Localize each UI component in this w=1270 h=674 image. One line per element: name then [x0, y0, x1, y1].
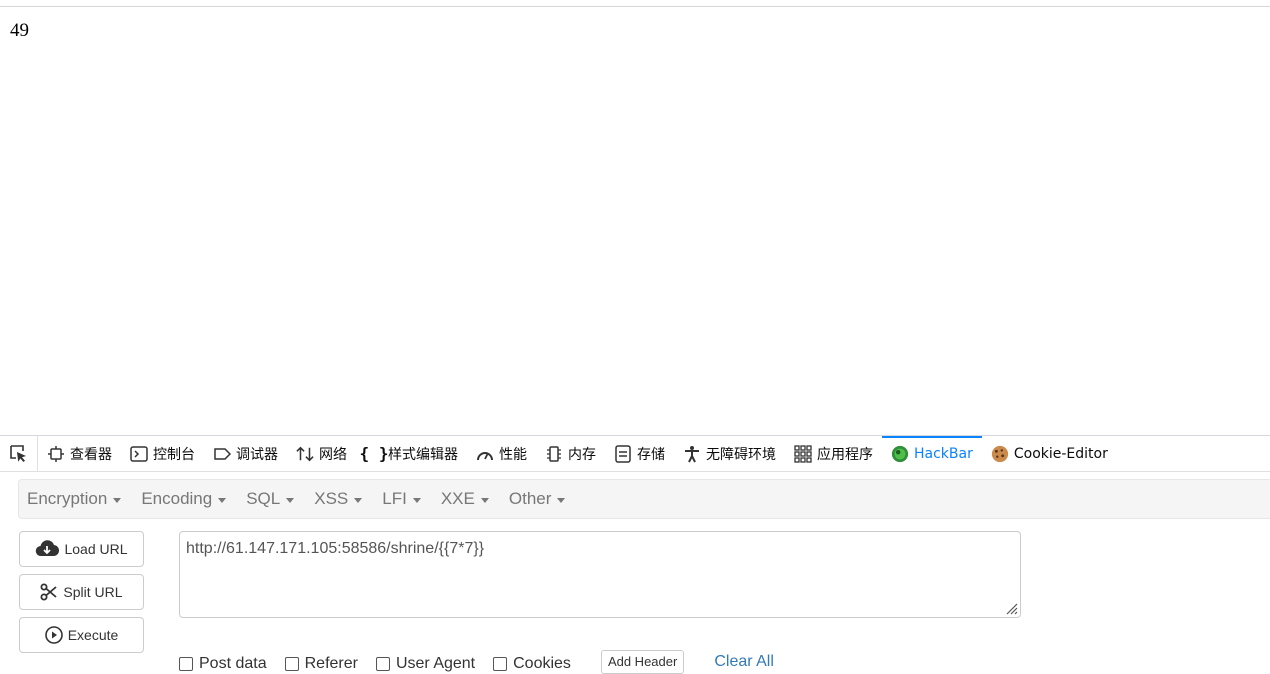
- scissors-icon: [40, 583, 58, 601]
- memory-icon: [545, 445, 563, 463]
- page-content: 49: [0, 0, 1270, 435]
- tab-console[interactable]: 控制台: [121, 436, 204, 471]
- page-top-border: [0, 6, 1270, 7]
- user-agent-label: User Agent: [395, 655, 476, 672]
- network-icon: [296, 445, 314, 463]
- menu-other[interactable]: Other: [501, 489, 574, 509]
- user-agent-checkbox[interactable]: [375, 657, 390, 671]
- style-editor-icon: { }: [359, 444, 389, 463]
- execute-button[interactable]: Execute: [19, 617, 144, 653]
- performance-icon: [476, 445, 494, 463]
- tab-label: 存储: [637, 446, 665, 463]
- storage-icon: [614, 444, 632, 463]
- url-textarea[interactable]: http://61.147.171.105:58586/shrine/{{7*7…: [179, 531, 1021, 618]
- menu-label: Other: [508, 489, 552, 508]
- tab-memory[interactable]: 内存: [536, 436, 605, 471]
- clear-all-link[interactable]: Clear All: [714, 650, 774, 671]
- menu-sql[interactable]: SQL: [238, 489, 302, 509]
- tab-label: 内存: [568, 446, 596, 463]
- caret-down-icon: [286, 497, 295, 503]
- caret-down-icon: [218, 497, 227, 503]
- cookies-checkbox[interactable]: [493, 657, 508, 671]
- menu-lfi[interactable]: LFI: [374, 489, 429, 509]
- referer-checkbox[interactable]: [284, 657, 299, 671]
- tab-accessibility[interactable]: 无障碍环境: [674, 436, 785, 471]
- tab-label: Cookie-Editor: [1013, 445, 1108, 462]
- accessibility-icon: [683, 445, 701, 463]
- hackbar-menu-bar: Encryption Encoding SQL XSS LFI XXE Othe…: [18, 479, 1270, 519]
- menu-label: XXE: [440, 489, 475, 508]
- element-picker-button[interactable]: [0, 436, 38, 471]
- menu-label: Encoding: [141, 489, 213, 508]
- play-circle-icon: [44, 626, 63, 644]
- tab-label: 控制台: [153, 446, 195, 463]
- tab-label: 网络: [319, 446, 347, 463]
- caret-down-icon: [354, 497, 363, 503]
- hackbar-icon: [891, 445, 909, 463]
- cookies-label: Cookies: [513, 655, 571, 672]
- menu-label: LFI: [382, 489, 407, 508]
- tab-style-editor[interactable]: { } 样式编辑器: [356, 436, 467, 471]
- post-data-checkbox[interactable]: [179, 657, 193, 671]
- split-url-button[interactable]: Split URL: [19, 574, 144, 610]
- element-picker-icon: [9, 444, 26, 462]
- tab-label: 性能: [499, 446, 527, 463]
- menu-label: XSS: [314, 489, 349, 508]
- tab-label: 样式编辑器: [388, 446, 458, 463]
- tab-cookie-editor[interactable]: Cookie-Editor: [982, 436, 1117, 471]
- caret-down-icon: [412, 497, 421, 503]
- tab-storage[interactable]: 存储: [605, 436, 674, 471]
- menu-xss[interactable]: XSS: [306, 489, 370, 509]
- tab-label: 调试器: [236, 446, 278, 463]
- tab-label: 应用程序: [817, 446, 873, 463]
- tab-network[interactable]: 网络: [287, 436, 356, 471]
- add-header-button[interactable]: Add Header: [600, 650, 685, 674]
- caret-down-icon: [113, 497, 122, 503]
- inspector-icon: [47, 445, 65, 463]
- tab-label: 无障碍环境: [706, 446, 776, 463]
- caret-down-icon: [480, 497, 489, 503]
- page-result-text: 49: [10, 20, 29, 41]
- application-icon: [794, 444, 812, 463]
- caret-down-icon: [557, 497, 566, 503]
- menu-label: Encryption: [27, 489, 108, 508]
- menu-xxe[interactable]: XXE: [433, 489, 497, 509]
- menu-encryption[interactable]: Encryption: [19, 489, 129, 509]
- load-url-label: Load URL: [64, 541, 128, 557]
- tab-hackbar[interactable]: HackBar: [882, 436, 982, 471]
- console-icon: [130, 445, 148, 463]
- tab-application[interactable]: 应用程序: [785, 436, 882, 471]
- url-value: http://61.147.171.105:58586/shrine/{{7*7…: [186, 540, 485, 557]
- user-agent-option[interactable]: User Agent: [375, 650, 476, 673]
- tab-label: HackBar: [914, 445, 973, 462]
- menu-label: SQL: [246, 489, 281, 508]
- debugger-icon: [213, 445, 231, 463]
- tab-debugger[interactable]: 调试器: [204, 436, 287, 471]
- referer-option[interactable]: Referer: [284, 650, 358, 673]
- cookie-icon: [991, 445, 1009, 463]
- referer-label: Referer: [304, 655, 358, 672]
- split-url-label: Split URL: [63, 584, 123, 600]
- tab-performance[interactable]: 性能: [467, 436, 536, 471]
- load-url-button[interactable]: Load URL: [19, 531, 144, 567]
- tab-label: 查看器: [70, 446, 112, 463]
- tab-inspector[interactable]: 查看器: [38, 436, 121, 471]
- resize-grip-icon[interactable]: [1002, 599, 1018, 615]
- devtools-tab-bar: 查看器 控制台 调试器 网络 { } 样式编辑器 性能 内存 存储 无障碍环境 …: [0, 436, 1270, 472]
- menu-encoding[interactable]: Encoding: [133, 489, 234, 509]
- post-data-label: Post data: [199, 655, 267, 672]
- post-data-option[interactable]: Post data: [179, 650, 267, 673]
- hackbar-options-row: Post data Referer User Agent Cookies Add…: [179, 650, 774, 674]
- execute-label: Execute: [67, 627, 119, 643]
- cloud-download-icon: [36, 540, 60, 557]
- cookies-option[interactable]: Cookies: [493, 650, 571, 673]
